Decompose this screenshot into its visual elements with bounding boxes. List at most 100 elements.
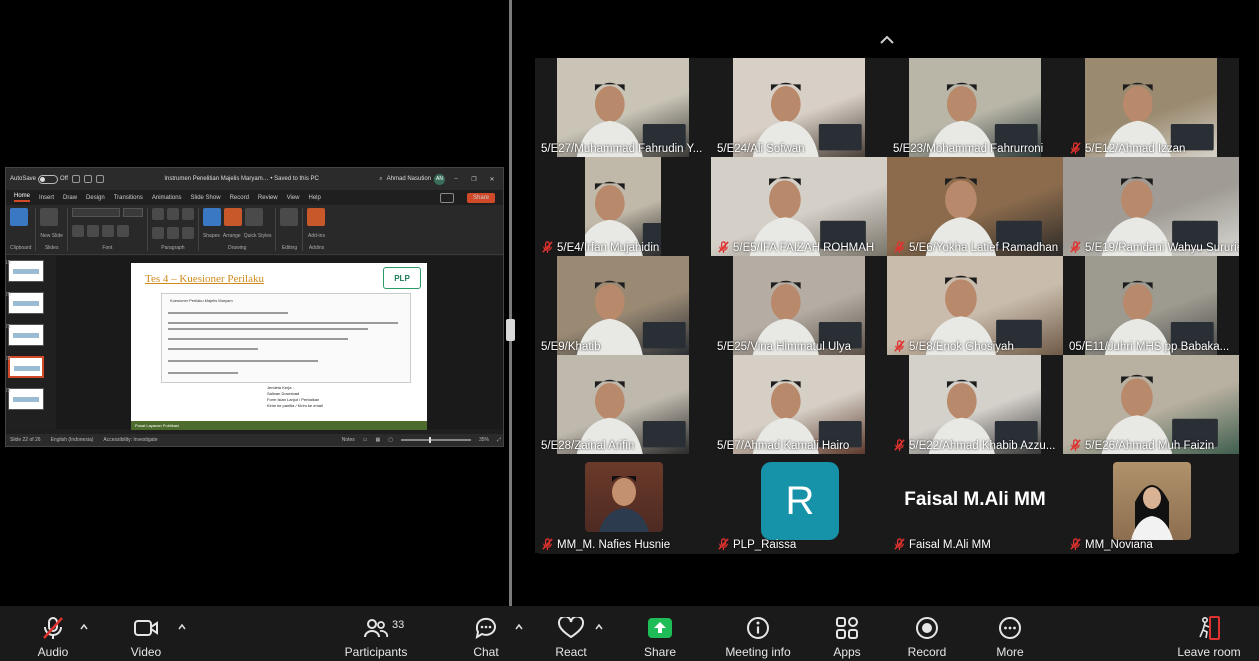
- slide-thumbnail[interactable]: [8, 388, 44, 410]
- participant-tile[interactable]: 5/E5/IFA FAIZAH ROHMAH: [711, 157, 887, 256]
- slide-thumbnail[interactable]: [8, 260, 44, 282]
- save-icon[interactable]: [71, 175, 80, 183]
- notes-button[interactable]: Notes: [342, 437, 355, 443]
- participant-tile[interactable]: 5/E7/Ahmad Kamali Hairo: [711, 355, 887, 454]
- participant-tile[interactable]: MM_Noviana: [1063, 454, 1239, 553]
- participant-tile[interactable]: 5/E9/Khatib: [535, 256, 711, 355]
- search-icon[interactable]: ⌕: [379, 176, 382, 183]
- video-caret-icon[interactable]: [177, 622, 187, 632]
- leave-room-button[interactable]: Leave room: [1172, 606, 1246, 661]
- participant-tile[interactable]: 5/E24/Ali Sofwan: [711, 58, 887, 157]
- slide-thumbnail[interactable]: [8, 292, 44, 314]
- italic-icon[interactable]: [86, 225, 99, 237]
- audio-button[interactable]: Audio: [27, 606, 79, 661]
- divider-handle[interactable]: [506, 319, 515, 341]
- participant-tile[interactable]: MM_M. Nafies Husnie: [535, 454, 711, 553]
- paste-icon[interactable]: [10, 208, 28, 226]
- underline-icon[interactable]: [101, 225, 114, 237]
- participant-avatar: [585, 462, 663, 532]
- split-divider[interactable]: [509, 0, 512, 606]
- participant-tile[interactable]: 5/E12/Ahmad Izzan: [1063, 58, 1239, 157]
- participant-tile[interactable]: 5/E4/Irfan Mujahidin: [535, 157, 711, 256]
- ribbon-tab[interactable]: View: [287, 195, 300, 201]
- participant-tile[interactable]: 5/E26/Ahmad Muh Faizin: [1063, 355, 1239, 454]
- react-caret-icon[interactable]: [594, 622, 604, 632]
- ribbon-tab[interactable]: Insert: [39, 195, 54, 201]
- font-name-field[interactable]: [71, 208, 120, 217]
- close-icon[interactable]: ✕: [485, 176, 499, 183]
- participant-tile[interactable]: 5/E6/Yokha Latief Ramadhan: [887, 157, 1063, 256]
- zoom-slider[interactable]: [400, 437, 471, 443]
- chat-caret-icon[interactable]: [514, 622, 524, 632]
- indent-icon[interactable]: [181, 208, 194, 220]
- ribbon-tab[interactable]: Record: [230, 195, 249, 201]
- ribbon-tab[interactable]: Animations: [152, 195, 182, 201]
- fit-slide-icon[interactable]: ⤢: [497, 437, 501, 443]
- bullets-icon[interactable]: [151, 208, 164, 220]
- ppt-share-button[interactable]: Share: [466, 192, 495, 203]
- ribbon-tab[interactable]: Review: [258, 195, 278, 201]
- numbering-icon[interactable]: [166, 208, 179, 220]
- minimize-icon[interactable]: –: [449, 176, 463, 182]
- video-button[interactable]: Video: [120, 606, 172, 661]
- ribbon-tab[interactable]: Design: [86, 195, 105, 201]
- ribbon-tab[interactable]: Slide Show: [191, 195, 221, 201]
- participant-tile[interactable]: 5/E22/Ahmad Khabib Azzu...: [887, 355, 1063, 454]
- bold-icon[interactable]: [71, 225, 84, 237]
- addins-icon[interactable]: [307, 208, 326, 226]
- participant-tile[interactable]: 5/E23/Mohammad Fahrurroni: [887, 58, 1063, 157]
- audio-caret-icon[interactable]: [79, 622, 89, 632]
- participant-tile[interactable]: 5/E28/Zainal Arifin: [535, 355, 711, 454]
- participant-tile[interactable]: 05/E11/Juhri MHS pp Babaka...: [1063, 256, 1239, 355]
- ribbon-tab[interactable]: Home: [14, 193, 31, 202]
- ribbon-tab[interactable]: Draw: [63, 195, 77, 201]
- share-button[interactable]: Share: [637, 606, 683, 661]
- reading-view-icon[interactable]: ▢: [388, 437, 393, 443]
- restore-icon[interactable]: ❐: [467, 176, 481, 183]
- editing-icon[interactable]: [280, 208, 299, 226]
- record-icon: [916, 617, 938, 639]
- comments-icon[interactable]: [439, 192, 454, 203]
- ribbon-tab[interactable]: Transitions: [114, 195, 143, 201]
- zoom-level[interactable]: 35%: [479, 437, 489, 443]
- sorter-view-icon[interactable]: ▦: [376, 437, 381, 443]
- undo-icon[interactable]: [83, 175, 92, 183]
- thumb-number: 21: [5, 324, 11, 330]
- redo-icon[interactable]: [95, 175, 104, 183]
- user-account[interactable]: Ahmad Nasution AN: [387, 173, 445, 185]
- font-color-icon[interactable]: [116, 225, 129, 237]
- align-left-icon[interactable]: [151, 226, 164, 239]
- participant-tile[interactable]: 5/E27/Muhammad Fahrudin Y...: [535, 58, 711, 157]
- slide-thumbnail[interactable]: [8, 324, 44, 346]
- participant-name: MM_Noviana: [1085, 538, 1153, 551]
- language-status[interactable]: English (Indonesia): [51, 437, 94, 443]
- record-button[interactable]: Record: [903, 606, 951, 661]
- participant-tile[interactable]: R PLP_Raissa: [711, 454, 887, 553]
- new-slide-icon[interactable]: [40, 208, 59, 226]
- participant-tile[interactable]: 5/E25/Vina Himmatul Ulya: [711, 256, 887, 355]
- arrange-icon[interactable]: [223, 208, 242, 226]
- ribbon-tab[interactable]: Help: [309, 195, 321, 201]
- autosave-toggle[interactable]: [38, 174, 59, 184]
- apps-button[interactable]: Apps: [826, 606, 868, 661]
- slide-thumbnail-selected[interactable]: [8, 356, 44, 378]
- current-slide[interactable]: Tes 4 – Kuesioner Perilaku PLP Kuesioner…: [131, 263, 427, 430]
- chevron-up-icon[interactable]: [879, 32, 895, 48]
- accessibility-status[interactable]: Accessibility: Investigate: [103, 437, 157, 443]
- normal-view-icon[interactable]: ▭: [363, 437, 368, 443]
- plp-logo: PLP: [383, 267, 421, 289]
- more-button[interactable]: More: [988, 606, 1032, 661]
- align-right-icon[interactable]: [181, 226, 194, 239]
- align-center-icon[interactable]: [166, 226, 179, 239]
- participant-tile[interactable]: 5/E19/Ramdani Wahyu Sururie: [1063, 157, 1239, 256]
- participant-tile[interactable]: Faisal M.Ali MM Faisal M.Ali MM: [887, 454, 1063, 553]
- react-button[interactable]: React: [547, 606, 595, 661]
- quick-styles-icon[interactable]: [244, 208, 263, 226]
- participants-button[interactable]: Participants: [340, 606, 412, 661]
- chat-button[interactable]: Chat: [462, 606, 510, 661]
- meeting-info-button[interactable]: Meeting info: [720, 606, 796, 661]
- autosave[interactable]: AutoSave Off: [10, 174, 68, 184]
- participant-tile[interactable]: 5/E8/Enok Ghosiyah: [887, 256, 1063, 355]
- font-size-field[interactable]: [122, 208, 143, 217]
- shapes-icon[interactable]: [202, 208, 221, 226]
